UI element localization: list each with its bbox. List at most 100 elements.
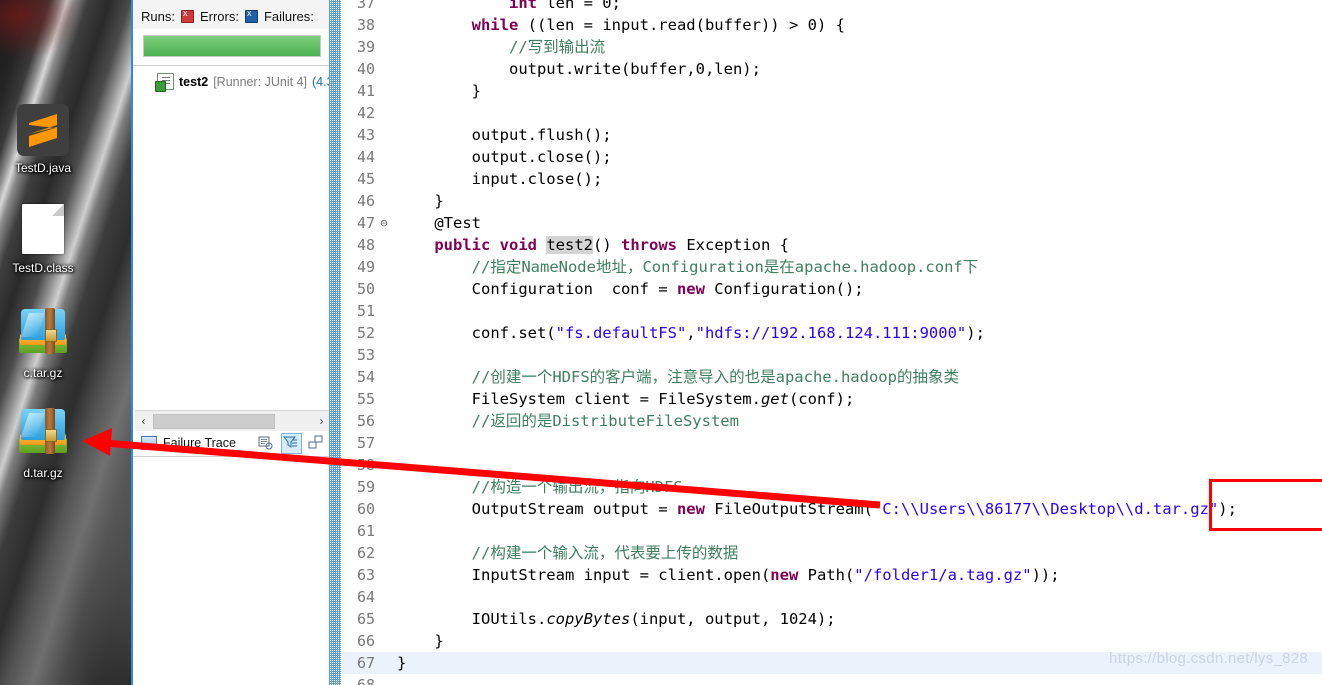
junit-progress-bar <box>143 35 321 57</box>
code-line-source: //返回的是DistributeFileSystem <box>471 412 739 430</box>
line-number: 59 <box>356 478 375 496</box>
junit-counters-row: Runs: Errors: Failures: <box>133 0 331 29</box>
line-number: 43 <box>356 126 375 144</box>
compare-results-icon[interactable] <box>256 433 277 454</box>
code-line[interactable]: 65 IOUtils.copyBytes(input, output, 1024… <box>341 608 1322 630</box>
failure-trace-toolbar <box>256 432 327 454</box>
code-line[interactable]: 59 //构造一个输出流，指向HDFS <box>341 476 1322 498</box>
code-line[interactable]: 44 output.close(); <box>341 146 1322 168</box>
line-number: 67 <box>356 654 375 672</box>
code-line-source: output.write(buffer,0,len); <box>397 60 761 78</box>
code-editor[interactable]: 37 int len = 0; 38 while ((len = input.re… <box>329 0 1322 685</box>
line-number: 60 <box>356 500 375 518</box>
maximize-panel-icon[interactable] <box>306 433 327 454</box>
line-number: 66 <box>356 632 375 650</box>
code-line[interactable]: 48 public void test2() throws Exception … <box>341 234 1322 256</box>
code-line[interactable]: 43 output.flush(); <box>341 124 1322 146</box>
line-number: 64 <box>356 588 375 606</box>
annotation-ruler[interactable] <box>329 0 341 685</box>
scrollbar-track[interactable] <box>276 414 313 428</box>
code-line[interactable]: 49 //指定NameNode地址，Configuration是在apache.… <box>341 256 1322 278</box>
desktop-icon-d-tar-gz[interactable]: d.tar.gz <box>0 405 86 480</box>
code-line-source: //指定NameNode地址，Configuration是在apache.had… <box>471 258 979 276</box>
code-line-source: IOUtils.copyBytes(input, output, 1024); <box>397 610 836 628</box>
desktop-icon-label: TestD.class <box>12 261 74 275</box>
code-line[interactable]: 61 <box>341 520 1322 542</box>
archive-suitcase-icon <box>17 408 69 461</box>
code-line[interactable]: 45 input.close(); <box>341 168 1322 190</box>
desktop-icon-c-tar-gz[interactable]: c.tar.gz <box>0 305 86 380</box>
line-number: 53 <box>356 346 375 364</box>
code-line-source: Configuration conf = new Configuration()… <box>397 280 864 298</box>
code-line-source: } <box>397 632 444 650</box>
line-number: 65 <box>356 610 375 628</box>
line-number: 61 <box>356 522 375 540</box>
code-line[interactable]: 68 <box>341 674 1322 685</box>
code-line[interactable]: 42 <box>341 102 1322 124</box>
junit-progress-fill <box>144 36 320 56</box>
horizontal-scrollbar[interactable]: ‹ › <box>135 410 330 431</box>
scroll-right-arrow-icon[interactable]: › <box>313 414 330 428</box>
desktop-icon-label: TestD.java <box>14 161 72 175</box>
line-number: 63 <box>356 566 375 584</box>
failure-trace-body <box>133 456 331 685</box>
code-line[interactable]: 47 ⊖ @Test <box>341 212 1322 234</box>
code-line[interactable]: 54 //创建一个HDFS的客户端，注意导入的也是apache.hadoop的抽… <box>341 366 1322 388</box>
code-line[interactable]: 64 <box>341 586 1322 608</box>
code-line-source: } <box>397 654 407 672</box>
code-line[interactable]: 38 while ((len = input.read(buffer)) > 0… <box>341 14 1322 36</box>
code-line[interactable]: 46 } <box>341 190 1322 212</box>
code-line[interactable]: 62 //构建一个输入流，代表要上传的数据 <box>341 542 1322 564</box>
code-line-source: output.flush(); <box>397 126 612 144</box>
code-line[interactable]: 40 output.write(buffer,0,len); <box>341 58 1322 80</box>
test-runner: [Runner: JUnit 4] <box>213 74 307 89</box>
code-line[interactable]: 53 <box>341 344 1322 366</box>
code-line[interactable]: 55 FileSystem client = FileSystem.get(co… <box>341 388 1322 410</box>
code-line[interactable]: 41 } <box>341 80 1322 102</box>
code-line[interactable]: 37 int len = 0; <box>341 0 1322 14</box>
code-line-source: //构造一个输出流，指向HDFS <box>471 478 683 496</box>
failures-status-icon <box>244 8 258 23</box>
line-number: 49 <box>356 258 375 276</box>
line-number: 38 <box>356 16 375 34</box>
code-line-source: OutputStream output = new FileOutputStre… <box>397 500 1237 518</box>
code-line-source: } <box>397 82 481 100</box>
code-line-source: FileSystem client = FileSystem.get(conf)… <box>397 390 855 408</box>
desktop-icon-testd-java[interactable]: TestD.java <box>0 104 86 175</box>
code-line-source: while ((len = input.read(buffer)) > 0) { <box>471 16 845 34</box>
line-number: 45 <box>356 170 375 188</box>
line-number: 48 <box>356 236 375 254</box>
list-item[interactable]: test2 [Runner: JUnit 4] (4.3 <box>133 71 331 92</box>
filter-stack-trace-icon[interactable] <box>281 432 302 454</box>
code-line[interactable]: 58 <box>341 454 1322 476</box>
line-number: 41 <box>356 82 375 100</box>
line-number: 46 <box>356 192 375 210</box>
line-number: 55 <box>356 390 375 408</box>
code-line[interactable]: 57 <box>341 432 1322 454</box>
junit-results-tree[interactable]: test2 [Runner: JUnit 4] (4.3 <box>133 66 331 396</box>
code-line[interactable]: 51 <box>341 300 1322 322</box>
code-line[interactable]: 66 } <box>341 630 1322 652</box>
code-line[interactable]: 56 //返回的是DistributeFileSystem <box>341 410 1322 432</box>
code-line-source: } <box>397 192 444 210</box>
code-line[interactable]: 50 Configuration conf = new Configuratio… <box>341 278 1322 300</box>
code-line[interactable]: 52 conf.set("fs.defaultFS","hdfs://192.1… <box>341 322 1322 344</box>
line-number: 57 <box>356 434 375 452</box>
code-line[interactable]: 39 //写到输出流 <box>341 36 1322 58</box>
code-fold-toggle-icon[interactable]: ⊖ <box>378 212 390 234</box>
code-line-source: public void test2() throws Exception { <box>434 236 789 254</box>
failure-trace-header[interactable]: Failure Trace <box>133 431 331 455</box>
failure-trace-label: Failure Trace <box>163 436 236 450</box>
scrollbar-thumb[interactable] <box>153 413 275 429</box>
sublime-text-file-icon <box>17 104 69 156</box>
code-line-source: input.close(); <box>397 170 603 188</box>
code-line-source: conf.set("fs.defaultFS","hdfs://192.168.… <box>397 324 985 342</box>
code-lines-container[interactable]: 37 int len = 0; 38 while ((len = input.re… <box>341 0 1322 685</box>
code-line[interactable]: 60 OutputStream output = new FileOutputS… <box>341 498 1322 520</box>
desktop-background: TestD.java TestD.class c.tar.gz d.tar.gz <box>0 0 131 685</box>
errors-status-icon <box>180 8 194 23</box>
scroll-left-arrow-icon[interactable]: ‹ <box>135 414 152 428</box>
code-line[interactable]: 63 InputStream input = client.open(new P… <box>341 564 1322 586</box>
desktop-icon-testd-class[interactable]: TestD.class <box>0 204 86 275</box>
line-number: 62 <box>356 544 375 562</box>
